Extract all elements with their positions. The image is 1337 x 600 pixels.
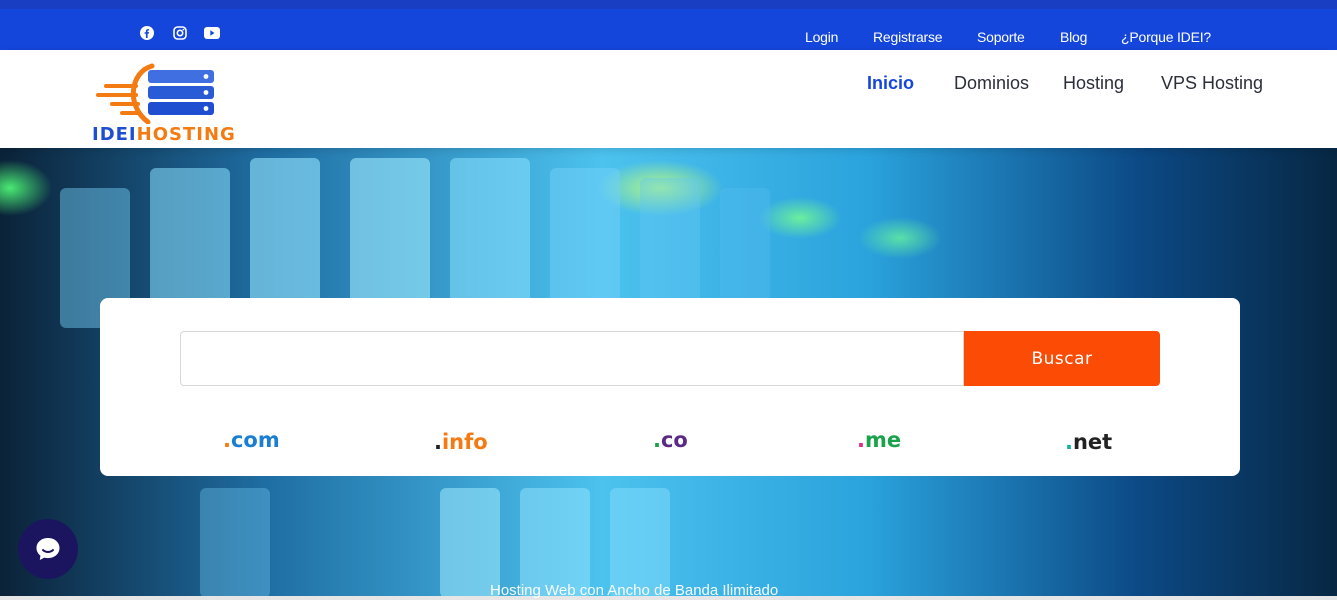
tld-dot: . <box>434 430 442 454</box>
nav-inicio[interactable]: Inicio <box>867 73 914 94</box>
tld-label: net <box>1072 430 1113 454</box>
logo-text-idei: IDEI <box>92 124 137 145</box>
tld-dot: . <box>1065 430 1073 454</box>
logo[interactable]: IDEIHOSTING <box>90 62 240 145</box>
tld-co[interactable]: .co <box>653 428 688 452</box>
hero-tagline: Hosting Web con Ancho de Banda Ilimitado <box>490 582 779 599</box>
chat-widget-button[interactable] <box>18 519 78 579</box>
tld-info[interactable]: .info <box>434 430 488 454</box>
tld-label: me <box>864 428 902 452</box>
nav-dominios[interactable]: Dominios <box>954 73 1029 94</box>
tld-dot: . <box>653 428 661 452</box>
instagram-icon[interactable] <box>172 25 188 41</box>
login-link[interactable]: Login <box>805 29 838 45</box>
logo-text-hosting: HOSTING <box>136 124 236 145</box>
server-rack-image <box>520 488 590 596</box>
search-button[interactable]: Buscar <box>964 331 1160 386</box>
chat-icon <box>36 538 60 560</box>
facebook-icon[interactable] <box>139 25 155 41</box>
domain-search-input[interactable] <box>180 331 964 386</box>
logo-text: IDEIHOSTING <box>92 124 236 145</box>
tld-com[interactable]: .com <box>223 428 280 452</box>
server-rack-image <box>610 488 670 596</box>
server-rack-image <box>450 158 530 308</box>
register-link[interactable]: Registrarse <box>873 29 943 45</box>
youtube-icon[interactable] <box>204 25 220 41</box>
logo-server-icon <box>96 63 214 125</box>
nav-vps-hosting[interactable]: VPS Hosting <box>1161 73 1263 94</box>
nav-hosting[interactable]: Hosting <box>1063 73 1124 94</box>
server-rack-image <box>640 178 700 308</box>
server-rack-image <box>550 168 620 308</box>
support-link[interactable]: Soporte <box>977 29 1025 45</box>
server-rack-image <box>720 188 770 308</box>
top-bar: Login Registrarse Soporte Blog ¿Porque I… <box>0 0 1337 50</box>
tld-dot: . <box>223 428 231 452</box>
tld-label: co <box>660 428 688 452</box>
why-idei-link[interactable]: ¿Porque IDEI? <box>1121 29 1211 45</box>
tld-me[interactable]: .me <box>857 428 901 452</box>
server-rack-image <box>440 488 500 596</box>
main-header: IDEIHOSTING Inicio Dominios Hosting VPS … <box>0 50 1337 148</box>
tld-net[interactable]: .net <box>1065 430 1112 454</box>
server-rack-image <box>200 488 270 596</box>
tld-label: com <box>230 428 280 452</box>
tld-dot: . <box>857 428 865 452</box>
blog-link[interactable]: Blog <box>1060 29 1087 45</box>
domain-search-card: Buscar .com .info .co .me .net <box>100 298 1240 476</box>
tld-label: info <box>441 430 488 454</box>
